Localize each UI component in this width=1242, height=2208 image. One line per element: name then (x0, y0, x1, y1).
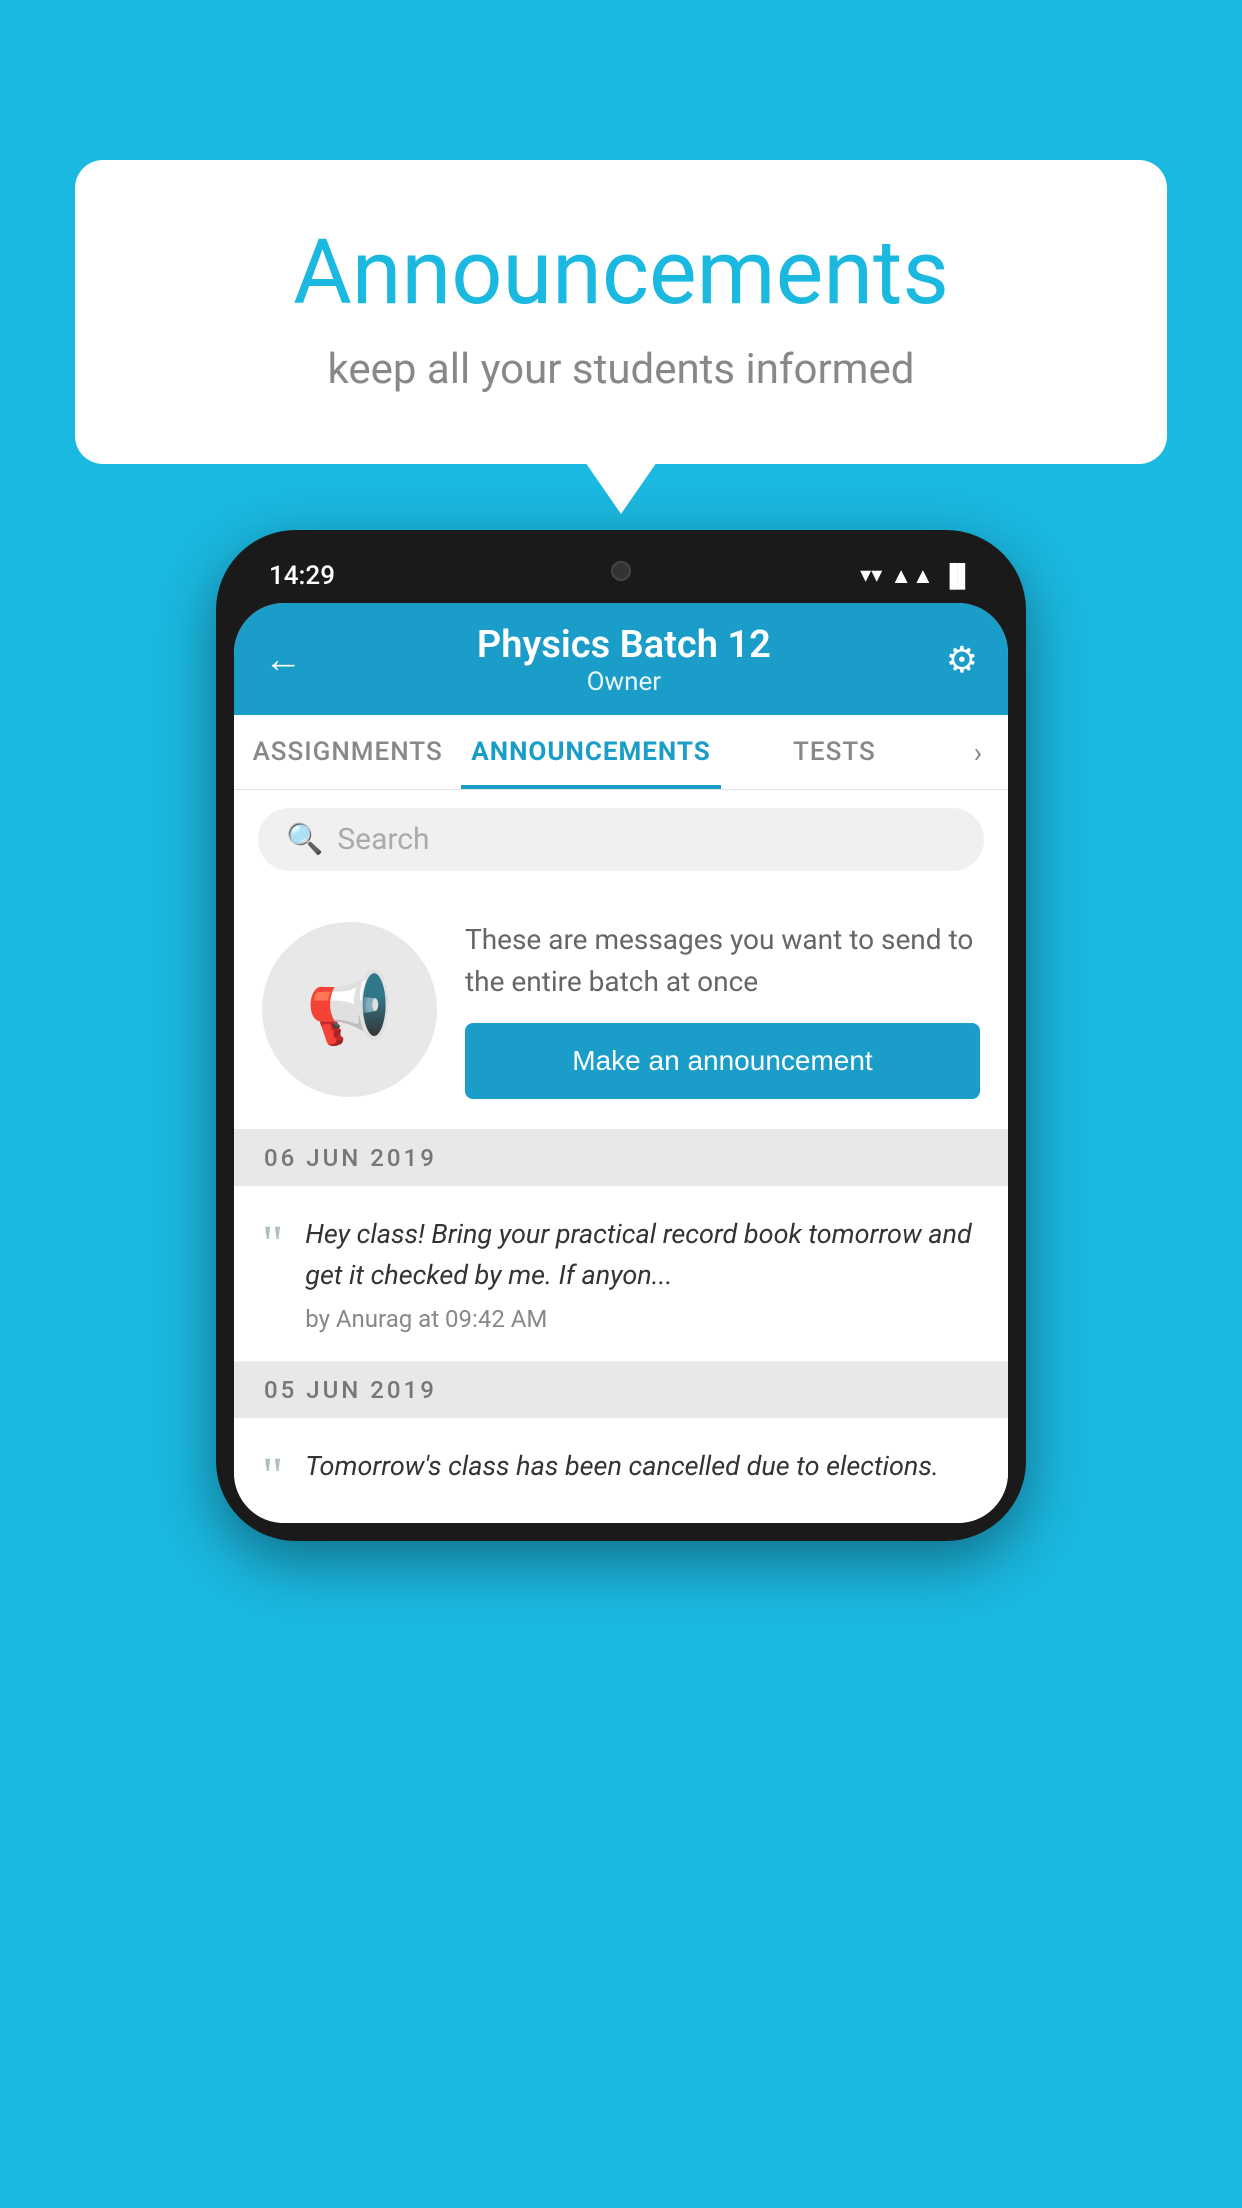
tab-assignments[interactable]: ASSIGNMENTS (234, 715, 461, 789)
quote-icon-1: " (262, 1219, 283, 1271)
tabs-bar: ASSIGNMENTS ANNOUNCEMENTS TESTS › (234, 715, 1008, 790)
bubble-title: Announcements (125, 220, 1117, 325)
megaphone-icon: 📢 (306, 968, 393, 1050)
make-announcement-button[interactable]: Make an announcement (465, 1023, 980, 1099)
header-center: Physics Batch 12 Owner (477, 623, 771, 697)
tab-more[interactable]: › (948, 715, 1008, 789)
header-title: Physics Batch 12 (477, 623, 771, 667)
announcement-item-1: " Hey class! Bring your practical record… (234, 1186, 1008, 1362)
prompt-content: These are messages you want to send to t… (465, 919, 980, 1099)
phone-screen: ← Physics Batch 12 Owner ⚙ ASSIGNMENTS A… (234, 603, 1008, 1523)
status-time: 14:29 (269, 561, 335, 591)
speech-bubble-container: Announcements keep all your students inf… (75, 160, 1167, 464)
status-bar: 14:29 ▾▾ ▲▲ ▐▌ (234, 548, 1008, 603)
search-icon: 🔍 (286, 822, 323, 857)
date-separator-2: 05 JUN 2019 (234, 1362, 1008, 1418)
signal-icon: ▲▲ (890, 563, 934, 589)
announcement-meta-1: by Anurag at 09:42 AM (305, 1305, 980, 1333)
announcement-content-2: Tomorrow's class has been cancelled due … (305, 1446, 980, 1497)
quote-icon-2: " (262, 1451, 283, 1503)
date-separator-1: 06 JUN 2019 (234, 1130, 1008, 1186)
speech-bubble: Announcements keep all your students inf… (75, 160, 1167, 464)
announcement-text-2: Tomorrow's class has been cancelled due … (305, 1446, 980, 1487)
announcement-item-2: " Tomorrow's class has been cancelled du… (234, 1418, 1008, 1523)
notch (541, 548, 701, 593)
wifi-icon: ▾▾ (860, 563, 882, 588)
battery-icon: ▐▌ (942, 563, 973, 589)
search-bar[interactable]: 🔍 Search (258, 808, 984, 871)
camera-dot (611, 561, 631, 581)
prompt-description: These are messages you want to send to t… (465, 919, 980, 1003)
tab-tests[interactable]: TESTS (721, 715, 948, 789)
announcement-content-1: Hey class! Bring your practical record b… (305, 1214, 980, 1333)
search-container: 🔍 Search (234, 790, 1008, 889)
bubble-subtitle: keep all your students informed (125, 345, 1117, 394)
settings-button[interactable]: ⚙ (946, 639, 978, 681)
megaphone-circle: 📢 (262, 922, 437, 1097)
announcement-prompt: 📢 These are messages you want to send to… (234, 889, 1008, 1130)
back-button[interactable]: ← (264, 641, 302, 679)
phone-wrapper: 14:29 ▾▾ ▲▲ ▐▌ ← Physics Batch 12 Owner … (216, 530, 1026, 1541)
search-placeholder: Search (337, 822, 429, 857)
announcement-text-1: Hey class! Bring your practical record b… (305, 1214, 980, 1295)
status-icons: ▾▾ ▲▲ ▐▌ (860, 563, 973, 589)
phone-outer: 14:29 ▾▾ ▲▲ ▐▌ ← Physics Batch 12 Owner … (216, 530, 1026, 1541)
app-header: ← Physics Batch 12 Owner ⚙ (234, 603, 1008, 715)
header-subtitle: Owner (477, 667, 771, 697)
tab-announcements[interactable]: ANNOUNCEMENTS (461, 715, 720, 789)
